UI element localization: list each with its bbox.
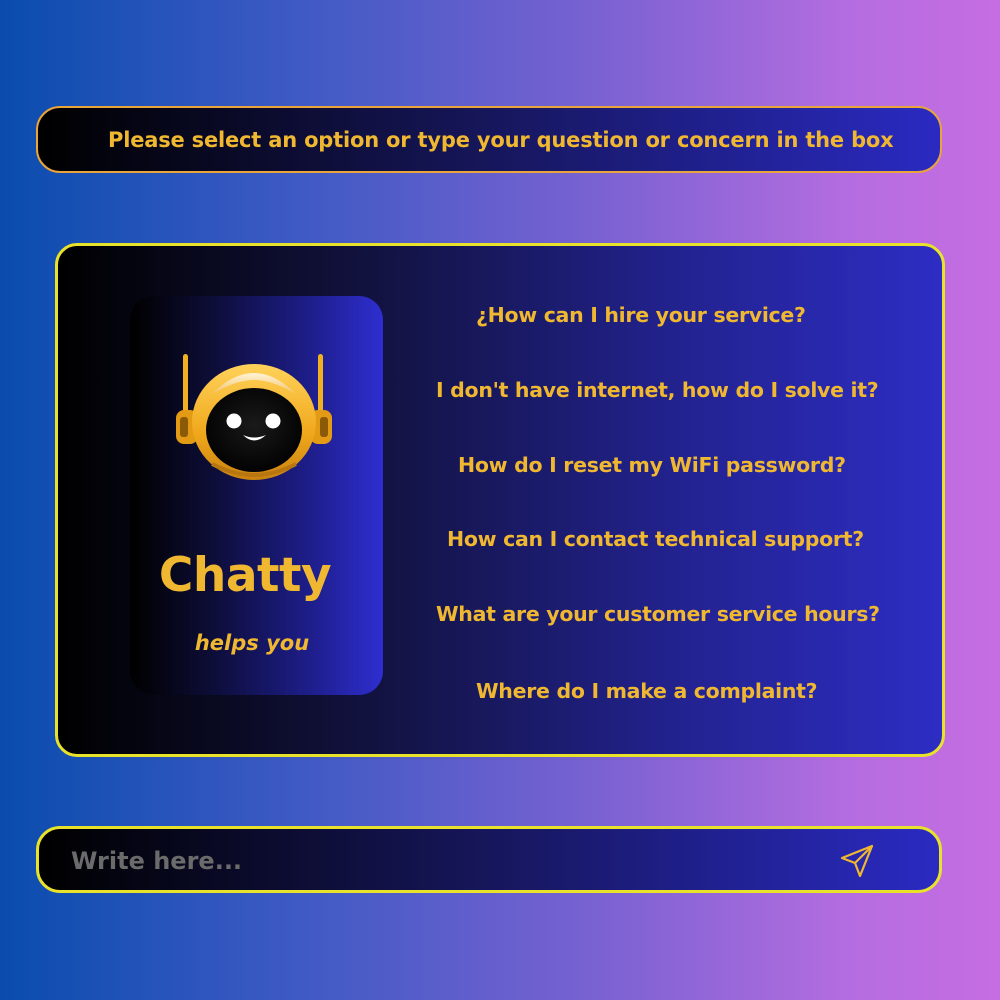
option-hire-service[interactable]: ¿How can I hire your service? [476, 303, 806, 327]
option-service-hours[interactable]: What are your customer service hours? [436, 602, 880, 626]
option-reset-wifi[interactable]: How do I reset my WiFi password? [458, 453, 846, 477]
bot-tagline: helps you [194, 631, 310, 655]
option-no-internet[interactable]: I don't have internet, how do I solve it… [436, 378, 879, 402]
option-complaint[interactable]: Where do I make a complaint? [476, 679, 818, 703]
instruction-text: Please select an option or type your que… [108, 127, 894, 152]
chat-options-panel: Chatty helps you ¿How can I hire your se… [55, 243, 945, 757]
message-input-bar [36, 826, 942, 893]
send-button[interactable] [835, 841, 879, 881]
bot-card: Chatty helps you [130, 296, 383, 695]
option-contact-support[interactable]: How can I contact technical support? [447, 527, 864, 551]
bot-name: Chatty [158, 548, 332, 603]
message-input[interactable] [69, 839, 813, 883]
send-icon [840, 844, 874, 878]
instruction-banner: Please select an option or type your que… [36, 106, 942, 173]
robot-icon [176, 354, 332, 480]
